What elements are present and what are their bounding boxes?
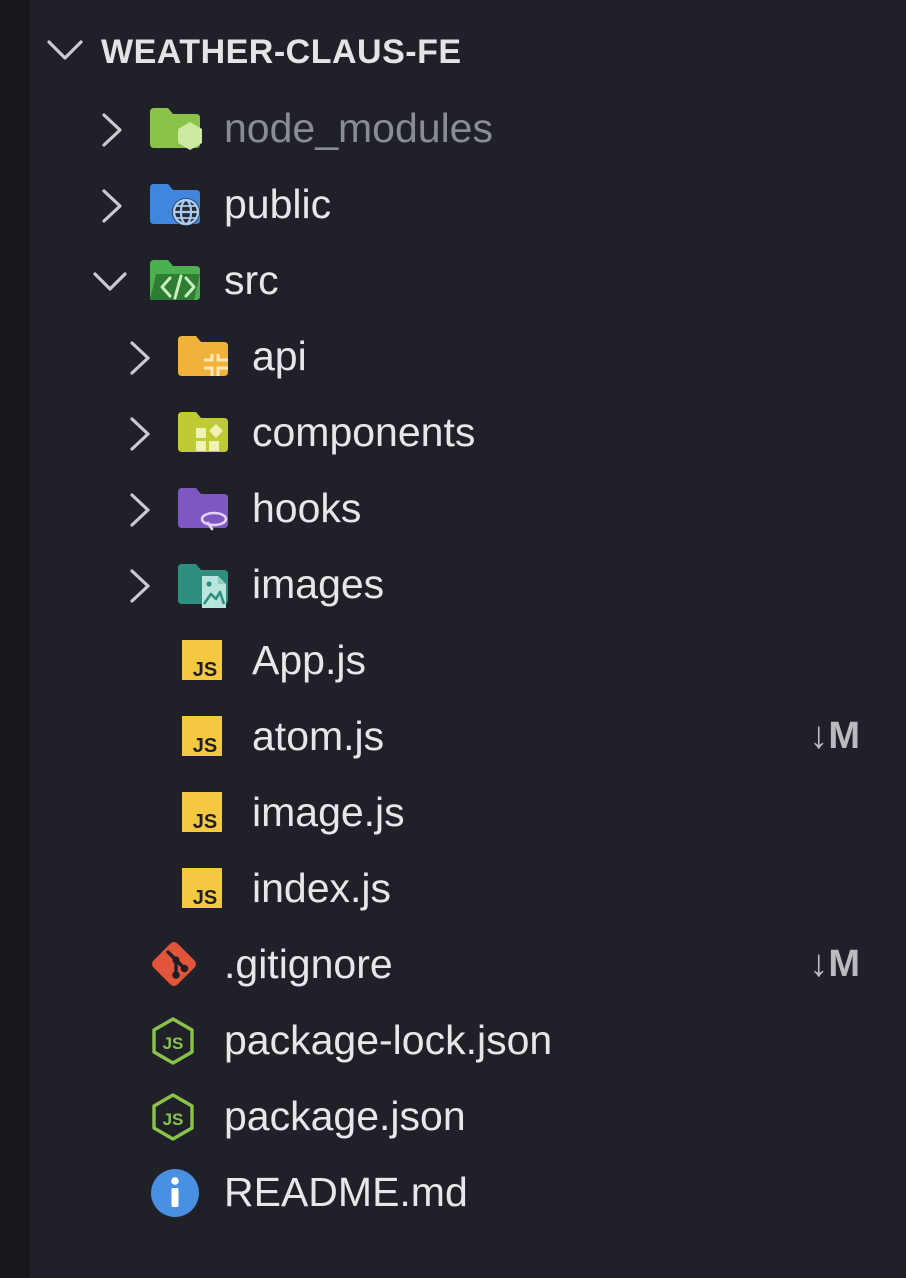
- git-file-icon: [148, 938, 202, 986]
- tree-item-src[interactable]: src: [30, 242, 906, 318]
- svg-text:JS: JS: [193, 659, 217, 680]
- tree-item-label: atom.js: [252, 713, 385, 759]
- chevron-right-icon: [100, 112, 124, 148]
- javascript-file-icon: JS: [182, 716, 236, 762]
- tree-item-node-modules[interactable]: node_modules: [30, 90, 906, 166]
- tree-item-atom-js[interactable]: JS atom.js ↓M: [30, 698, 906, 774]
- git-status-badge: ↓M: [809, 715, 860, 757]
- tree-item-label: hooks: [252, 485, 362, 531]
- code-folder-icon: [150, 258, 204, 304]
- tree-item-images[interactable]: images: [30, 546, 906, 622]
- file-explorer: WEATHER-CLAUS-FE node_modules public src…: [30, 0, 906, 1278]
- svg-text:JS: JS: [193, 735, 217, 756]
- info-file-icon: [150, 1168, 204, 1217]
- nodejs-file-icon: JS: [150, 1016, 204, 1065]
- tree-item-label: images: [252, 561, 385, 607]
- activity-bar-edge: [0, 0, 30, 1278]
- tree-item-app-js[interactable]: JS App.js: [30, 622, 906, 698]
- svg-text:JS: JS: [163, 1034, 184, 1053]
- images-folder-icon: [178, 562, 232, 608]
- components-folder-icon: [178, 410, 232, 456]
- tree-item-label: package.json: [224, 1093, 466, 1139]
- tree-item-label: .gitignore: [224, 941, 393, 987]
- explorer-root-header[interactable]: WEATHER-CLAUS-FE: [30, 14, 906, 90]
- nodejs-file-icon: JS: [150, 1092, 204, 1141]
- javascript-file-icon: JS: [182, 640, 236, 686]
- node-folder-icon: [150, 106, 204, 152]
- git-status-badge: ↓M: [809, 943, 860, 985]
- chevron-right-icon: [128, 416, 152, 452]
- tree-item-api[interactable]: api: [30, 318, 906, 394]
- tree-item-label: README.md: [224, 1169, 468, 1215]
- chevron-right-icon: [128, 340, 152, 376]
- chevron-right-icon: [128, 568, 152, 604]
- api-folder-icon: [178, 334, 232, 380]
- tree-item-label: src: [224, 257, 279, 303]
- tree-item-public[interactable]: public: [30, 166, 906, 242]
- tree-item-package-json[interactable]: JS package.json: [30, 1078, 906, 1154]
- tree-item-image-js[interactable]: JS image.js: [30, 774, 906, 850]
- chevron-down-icon: [92, 270, 128, 294]
- tree-item-label: api: [252, 333, 307, 379]
- tree-item-readme-md[interactable]: README.md: [30, 1154, 906, 1230]
- tree-item-label: image.js: [252, 789, 405, 835]
- tree-item-label: public: [224, 181, 332, 227]
- chevron-right-icon: [100, 188, 124, 224]
- svg-text:JS: JS: [193, 887, 217, 908]
- tree-item-label: components: [252, 409, 476, 455]
- tree-item-components[interactable]: components: [30, 394, 906, 470]
- javascript-file-icon: JS: [182, 868, 236, 914]
- tree-item-hooks[interactable]: hooks: [30, 470, 906, 546]
- globe-folder-icon: [150, 182, 204, 228]
- tree-item-label: App.js: [252, 637, 366, 683]
- hooks-folder-icon: [178, 486, 232, 532]
- tree-item-package-lock-json[interactable]: JS package-lock.json: [30, 1002, 906, 1078]
- tree-item-index-js[interactable]: JS index.js: [30, 850, 906, 926]
- explorer-root-title: WEATHER-CLAUS-FE: [101, 33, 462, 71]
- tree-item-label: node_modules: [224, 105, 493, 151]
- tree-item-label: package-lock.json: [224, 1017, 553, 1063]
- javascript-file-icon: JS: [182, 792, 236, 838]
- chevron-down-icon: [46, 38, 84, 62]
- chevron-right-icon: [128, 492, 152, 528]
- tree-item-label: index.js: [252, 865, 392, 911]
- svg-text:JS: JS: [193, 811, 217, 832]
- svg-text:JS: JS: [163, 1110, 184, 1129]
- tree-item-gitignore[interactable]: .gitignore ↓M: [30, 926, 906, 1002]
